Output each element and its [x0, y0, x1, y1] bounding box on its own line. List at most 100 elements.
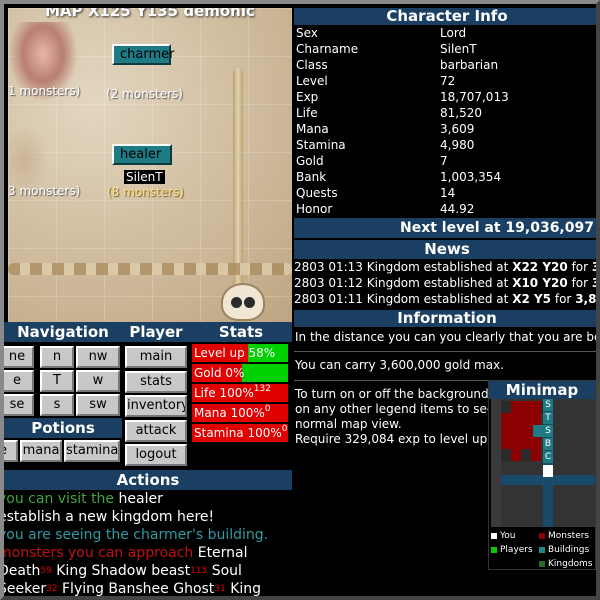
- action-monsters-list: monsters you can approach Eternal: [4, 544, 292, 562]
- character-stat-row: Honor 44.92: [294, 201, 596, 217]
- minimap-tile: [501, 401, 511, 413]
- monster-link[interactable]: Seeker: [4, 581, 46, 596]
- player-stats-button[interactable]: stats: [125, 370, 187, 393]
- skull-icon: [221, 283, 265, 321]
- legend-item-you[interactable]: You: [491, 531, 516, 541]
- minimap-tile: [531, 449, 541, 461]
- bone-chain-decoration: [8, 263, 292, 275]
- legend-item-monsters[interactable]: Monsters: [539, 531, 589, 541]
- news-text: Kingdom established at: [366, 260, 509, 274]
- nav-ne-button[interactable]: ne: [4, 346, 34, 368]
- minimap-tile: [521, 425, 531, 437]
- monster-link[interactable]: Flying Banshee Ghost: [62, 581, 214, 596]
- news-for: for: [571, 276, 589, 290]
- news-coords[interactable]: X2 Y5: [512, 292, 551, 306]
- stat-bar-extra: 0: [264, 404, 271, 414]
- news-panel: News 2803 01:13 Kingdom established at X…: [294, 240, 600, 310]
- nav-w-button[interactable]: w: [76, 370, 120, 392]
- stat-value: 1,003,354: [440, 170, 502, 184]
- potion-mana-button[interactable]: mana: [20, 440, 62, 462]
- monster-level: 32: [46, 584, 58, 594]
- stat-bar: Gold 0%: [192, 364, 288, 382]
- actions-header: Actions: [4, 470, 292, 490]
- action-establish-kingdom[interactable]: establish a new kingdom here!: [4, 508, 292, 526]
- news-text: Kingdom established at: [366, 276, 509, 290]
- potions-header: Potions: [4, 418, 122, 438]
- minimap-tile: [521, 437, 531, 449]
- stat-value: 81,520: [440, 106, 482, 120]
- stat-bar: Life 100%132: [192, 384, 288, 402]
- player-attack-button[interactable]: attack: [125, 419, 187, 442]
- legend-item-players[interactable]: Players: [491, 545, 533, 555]
- nav-T-button[interactable]: T: [40, 370, 74, 392]
- legend-swatch: [539, 532, 545, 539]
- stat-bar-label: Life 100%: [194, 386, 254, 400]
- minimap-building-marker[interactable]: T: [543, 412, 553, 424]
- monster-link[interactable]: King: [230, 581, 261, 596]
- nav-e-button[interactable]: e: [4, 370, 34, 392]
- player-name-tag[interactable]: SilenT: [124, 170, 165, 184]
- stats-header: Stats: [190, 322, 292, 342]
- potion-e-button[interactable]: e: [4, 440, 18, 462]
- stat-label: Charname: [296, 42, 359, 56]
- news-coords[interactable]: X10 Y20: [512, 276, 568, 290]
- news-amount: 3,800,000: [591, 276, 600, 290]
- legend-item-kingdoms[interactable]: Kingdoms: [539, 559, 593, 569]
- minimap-building-marker[interactable]: B: [543, 438, 553, 450]
- minimap-tile: [521, 401, 531, 413]
- stat-value: 4,980: [440, 138, 475, 152]
- player-header: Player: [122, 322, 190, 342]
- character-info-panel: Character Info Sex Lord Charname SilenT Clas…: [294, 8, 596, 218]
- minimap-building-marker[interactable]: S: [543, 425, 553, 437]
- legend-label: You: [500, 531, 516, 541]
- minimap-building-marker[interactable]: [533, 425, 543, 437]
- character-stat-row: Quests 14: [294, 185, 596, 201]
- minimap-building-marker[interactable]: C: [543, 451, 553, 463]
- monster-link[interactable]: Eternal: [198, 545, 248, 561]
- minimap-tile: [501, 425, 511, 437]
- news-item: 2803 01:11 Kingdom established at X2 Y5 …: [294, 291, 597, 307]
- stat-value: Lord: [440, 26, 467, 40]
- news-coords[interactable]: X22 Y20: [512, 260, 568, 274]
- news-amount: 3,800,000: [575, 292, 597, 306]
- healer-building-button[interactable]: healer: [112, 144, 172, 165]
- minimap-panel[interactable]: Minimap STSBC You Monsters Players Building…: [488, 380, 596, 570]
- nav-se-button[interactable]: se: [4, 394, 34, 416]
- minimap-you-marker: [543, 465, 553, 477]
- nav-nw-button[interactable]: nw: [76, 346, 120, 368]
- map-view[interactable]: MAP X125 Y135 demonic 1 monsters) 3 mons…: [8, 8, 292, 322]
- stat-value: 72: [440, 74, 456, 88]
- stat-bar-label: Mana 100%: [194, 406, 265, 420]
- minimap-tile: [511, 437, 521, 449]
- potion-stamina-button[interactable]: stamina: [64, 440, 120, 462]
- stat-bar-label: Level up 58%: [194, 346, 276, 360]
- player-main-button[interactable]: main: [125, 346, 187, 368]
- minimap-grid[interactable]: STSBC: [491, 399, 595, 527]
- nav-s-button[interactable]: s: [40, 394, 74, 416]
- news-time: 2803 01:13: [294, 260, 363, 274]
- legend-swatch: [491, 532, 497, 539]
- stat-bar-extra: 132: [253, 384, 271, 394]
- minimap-tile: [521, 449, 531, 461]
- nav-n-button[interactable]: n: [40, 346, 74, 368]
- nav-sw-button[interactable]: sw: [76, 394, 120, 416]
- legend-item-buildings[interactable]: Buildings: [539, 545, 589, 555]
- minimap-tile: [511, 425, 521, 437]
- monster-link[interactable]: Death: [4, 563, 40, 579]
- player-inventory-button[interactable]: inventory: [125, 395, 187, 417]
- legend-label: Monsters: [548, 531, 590, 541]
- stat-label: Quests: [296, 186, 338, 200]
- monster-link[interactable]: King Shadow beast: [56, 563, 190, 579]
- minimap-tile: [531, 401, 541, 413]
- action-visit-healer[interactable]: you can visit the healer: [4, 490, 292, 508]
- action-monsters-row: Death59 King Shadow beast115 Soul: [4, 562, 292, 580]
- player-logout-button[interactable]: logout: [125, 444, 187, 466]
- legend-swatch: [539, 560, 545, 567]
- minimap-building-marker[interactable]: S: [543, 399, 553, 411]
- monster-link[interactable]: Soul: [212, 563, 242, 579]
- stat-bar: Mana 100%0: [192, 404, 288, 422]
- healer-monster-count: (8 monsters): [107, 185, 184, 199]
- info-gold-capacity: You can carry 3,600,000 gold max.: [295, 358, 504, 372]
- healer-link[interactable]: healer: [119, 491, 163, 507]
- charmer-building-button[interactable]: charmer: [112, 44, 174, 65]
